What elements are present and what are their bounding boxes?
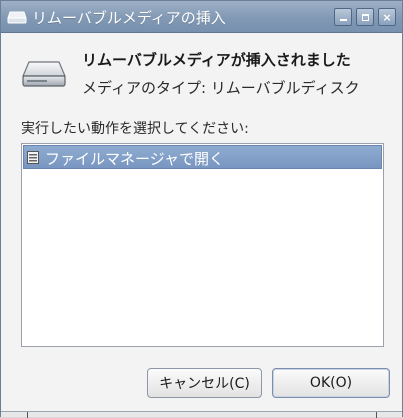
dialog-window: リムーバブルメディアの挿入 × リムーバブルメディアが挿入されました メディアの… [0,0,403,418]
ok-button[interactable]: OK(O) [272,368,390,398]
title-bar[interactable]: リムーバブルメディアの挿入 × [1,1,402,33]
file-manager-icon [27,151,39,164]
action-list[interactable]: ファイルマネージャで開く [21,143,384,347]
window-bottom-edge [1,411,402,418]
edge-divider [27,412,28,418]
minimize-icon [339,19,347,21]
removable-drive-icon [22,61,66,87]
dialog-heading: リムーバブルメディアが挿入されました [82,51,351,69]
window-title: リムーバブルメディアの挿入 [32,9,226,27]
close-button[interactable]: × [378,8,396,26]
cancel-button[interactable]: キャンセル(C) [147,368,262,398]
list-item-label: ファイルマネージャで開く [45,150,224,168]
edge-divider [376,412,377,418]
media-type-label: メディアのタイプ: リムーバブルディスク [82,79,360,97]
maximize-icon [361,13,369,21]
list-item-open-file-manager[interactable]: ファイルマネージャで開く [23,145,382,169]
maximize-button[interactable] [356,8,374,26]
close-icon: × [382,10,392,24]
minimize-button[interactable] [334,8,352,26]
action-prompt: 実行したい動作を選択してください: [21,121,249,137]
drive-icon [7,11,27,24]
